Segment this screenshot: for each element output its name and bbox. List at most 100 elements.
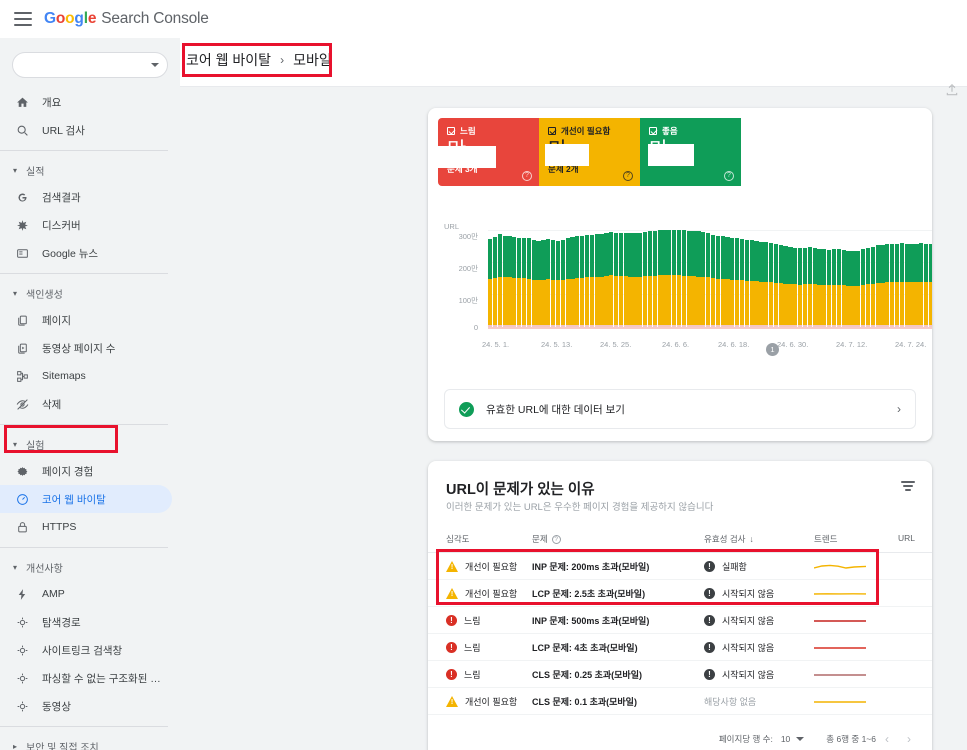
sidebar-item-url-inspection[interactable]: URL 검사 — [0, 116, 172, 144]
share-icon[interactable] — [945, 83, 961, 99]
chart-bar[interactable] — [768, 230, 774, 327]
chart-bar[interactable] — [609, 230, 614, 327]
sidebar-item-breadcrumbs[interactable]: 탐색경로 — [0, 608, 172, 636]
filter-icon[interactable] — [900, 481, 916, 493]
chart-bar[interactable] — [681, 230, 686, 327]
chart-bar[interactable] — [851, 230, 856, 327]
table-row[interactable]: 개선이 필요함 INP 문제: 200ms 초과(모바일)! 실패함 — [428, 553, 932, 580]
property-selector[interactable] — [12, 52, 168, 78]
chart-bar[interactable] — [715, 230, 720, 327]
chart-bar[interactable] — [618, 230, 624, 327]
chart-bar[interactable] — [720, 230, 725, 327]
chart-bar[interactable] — [778, 230, 783, 327]
status-card-poor[interactable]: 느림 만 문제 3개 ? — [438, 118, 539, 186]
chart-bar[interactable] — [836, 230, 841, 327]
chart-bar[interactable] — [783, 230, 788, 327]
status-card-needs-improvement[interactable]: 개선이 필요함 만 문제 2개 ? — [539, 118, 640, 186]
chart-bar[interactable] — [676, 230, 682, 327]
table-row[interactable]: ! 느림 LCP 문제: 4초 초과(모바일)! 시작되지 않음 — [428, 634, 932, 661]
chart-bar[interactable] — [560, 230, 565, 327]
chart-bar[interactable] — [894, 230, 900, 327]
breadcrumb-parent[interactable]: 코어 웹 바이탈 — [186, 50, 271, 70]
chart-bar[interactable] — [705, 230, 711, 327]
sidebar-item-removals[interactable]: 삭제 — [0, 390, 172, 418]
column-header-severity[interactable]: 심각도 — [446, 533, 469, 545]
chart-bar[interactable] — [686, 230, 691, 327]
chart-bar[interactable] — [517, 230, 522, 327]
chart-bar[interactable] — [856, 230, 861, 327]
chart-bar[interactable] — [691, 230, 696, 327]
chart-bar[interactable] — [512, 230, 517, 327]
chart-bar[interactable] — [739, 230, 745, 327]
chart-bar[interactable] — [822, 230, 827, 327]
chart-bar[interactable] — [507, 230, 512, 327]
chart-bar[interactable] — [875, 230, 880, 327]
sidebar-item-sitemaps[interactable]: Sitemaps — [0, 362, 172, 390]
sidebar-item-https[interactable]: HTTPS — [0, 513, 172, 541]
chart-bar[interactable] — [899, 230, 904, 327]
status-card-good[interactable]: 좋음 만 ? — [640, 118, 741, 186]
chart-bar[interactable] — [812, 230, 817, 327]
chart-bar[interactable] — [488, 230, 493, 327]
chart-bar[interactable] — [502, 230, 507, 327]
table-row[interactable]: ! 느림 INP 문제: 500ms 초과(모바일)! 시작되지 않음 — [428, 607, 932, 634]
chart-bar[interactable] — [710, 230, 716, 327]
chart-bar[interactable] — [744, 230, 749, 327]
sidebar-item-pages[interactable]: 페이지 — [0, 306, 172, 334]
chart-bar[interactable] — [749, 230, 754, 327]
chart-bar[interactable] — [928, 230, 932, 327]
sidebar-section-enhancements[interactable]: ▾ 개선사항 — [0, 554, 180, 580]
column-header-validation[interactable]: 유효성 검사 ↓ — [704, 533, 754, 545]
sidebar-item-videos[interactable]: 동영상 — [0, 692, 172, 720]
chart-bar[interactable] — [730, 230, 735, 327]
checkbox-icon[interactable] — [649, 127, 657, 135]
chart-bar[interactable] — [633, 230, 638, 327]
help-icon[interactable]: ? — [551, 534, 561, 544]
chart-bar[interactable] — [831, 230, 837, 327]
chart-bar[interactable] — [628, 230, 633, 327]
checkbox-icon[interactable] — [447, 127, 455, 135]
sidebar-item-video-pages[interactable]: 동영상 페이지 수 — [0, 334, 172, 362]
sidebar-item-core-web-vitals[interactable]: 코어 웹 바이탈 — [0, 485, 172, 513]
chart-bar[interactable] — [865, 230, 871, 327]
sidebar-item-page-experience[interactable]: 페이지 경험 — [0, 457, 172, 485]
sidebar-section-performance[interactable]: ▾ 실적 — [0, 157, 180, 183]
chart-bar[interactable] — [521, 230, 527, 327]
table-row[interactable]: 개선이 필요함 CLS 문제: 0.1 초과(모바일) 해당사항 없음 — [428, 688, 932, 715]
chart-bar[interactable] — [536, 230, 541, 327]
chart-bar[interactable] — [701, 230, 706, 327]
column-header-trend[interactable]: 트렌드 — [814, 533, 837, 545]
chart-bar[interactable] — [541, 230, 546, 327]
chart-bar[interactable] — [885, 230, 890, 327]
chart-bar[interactable] — [870, 230, 875, 327]
help-icon[interactable]: ? — [522, 171, 532, 181]
chart-annotation-marker[interactable]: 1 — [766, 343, 779, 356]
chart-bar[interactable] — [860, 230, 866, 327]
sidebar-item-amp[interactable]: AMP — [0, 580, 172, 608]
chart-bar[interactable] — [817, 230, 822, 327]
sidebar-item-discover[interactable]: 디스커버 — [0, 211, 172, 239]
chart-bar[interactable] — [550, 230, 556, 327]
chart-bar[interactable] — [802, 230, 808, 327]
sidebar-item-google-news[interactable]: Google 뉴스 — [0, 239, 172, 267]
chart-bar[interactable] — [575, 230, 580, 327]
chart-bar[interactable] — [841, 230, 846, 327]
chart-bar[interactable] — [904, 230, 909, 327]
chart-bar[interactable] — [759, 230, 764, 327]
chart-bar[interactable] — [923, 230, 929, 327]
help-icon[interactable]: ? — [623, 171, 633, 181]
sidebar-item-search-results[interactable]: 검색결과 — [0, 183, 172, 211]
chart-bar[interactable] — [497, 230, 502, 327]
chart-bar[interactable] — [580, 230, 585, 327]
sidebar-section-indexing[interactable]: ▾ 색인생성 — [0, 280, 180, 306]
chart-bar[interactable] — [807, 230, 812, 327]
prev-page-button[interactable]: ‹ — [876, 732, 898, 746]
chart-bar[interactable] — [662, 229, 667, 327]
column-header-url[interactable]: URL — [898, 533, 915, 543]
rows-per-page-select[interactable]: 10 — [781, 734, 805, 744]
sidebar-section-experience[interactable]: ▾ 실험 — [0, 431, 180, 457]
chart-bar[interactable] — [594, 230, 599, 327]
chart-bar[interactable] — [764, 230, 769, 327]
checkbox-icon[interactable] — [548, 127, 556, 135]
chart-bar[interactable] — [880, 230, 885, 327]
